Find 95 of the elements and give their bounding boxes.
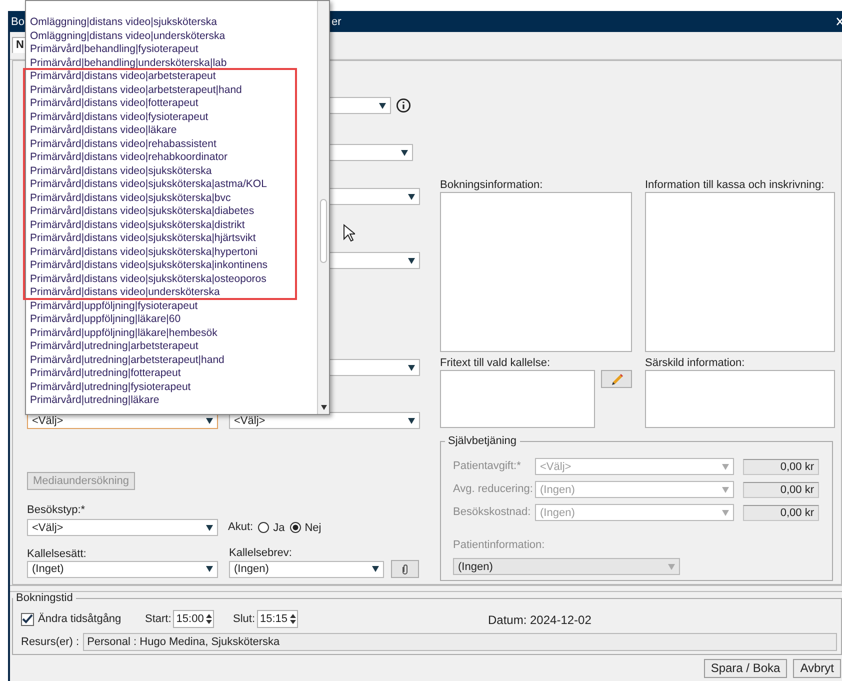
scrollbar[interactable] (317, 1, 329, 414)
field-label: Slut: (233, 612, 256, 626)
list-item[interactable]: Primärvård|distans video|fotterapeut (30, 98, 198, 110)
amount-field: 0,00 kr (743, 458, 819, 474)
caret-icon (722, 510, 729, 516)
pencil-icon (610, 372, 624, 386)
list-item[interactable]: Primärvård|distans video|rehabkoordinator (30, 152, 228, 164)
list-item[interactable]: Omläggning|distans video|sjuksköterska (30, 17, 217, 28)
caret-icon (401, 150, 408, 156)
dropdown[interactable]: <Välj> (229, 412, 420, 429)
list-item[interactable]: Primärvård|distans video|sjuksköterska|inkontinens (30, 260, 268, 272)
dropdown[interactable]: (Ingen) (229, 560, 384, 578)
list-item[interactable]: Primärvård|uppföljning|fysioterapeut (30, 300, 198, 312)
field-label: Information till kassa och inskrivning: (645, 179, 826, 192)
list-item[interactable]: Omläggning|distans video|undersköterska (30, 30, 226, 42)
field-label: Besökstyp:* (27, 504, 86, 517)
list-item[interactable]: Primärvård|utredning|arbetsterapeut (30, 341, 198, 352)
checkbox-label: Ändra tidsåtgång (38, 612, 122, 626)
text-area[interactable] (440, 192, 632, 352)
edit-button[interactable] (601, 370, 632, 388)
list-item[interactable]: Primärvård|uppföljning|läkare|60 (30, 314, 181, 326)
close-icon[interactable] (836, 17, 842, 26)
window-title: Bo (11, 16, 24, 28)
list-item[interactable]: Primärvård|distans video|sjuksköterska|hjärtsvikt (30, 233, 256, 244)
attach-button[interactable] (391, 560, 419, 578)
list-item[interactable]: Primärvård|distans video|arbetsterapeut|hand (30, 84, 242, 96)
group-title: Bokningstid (15, 592, 74, 604)
text-area[interactable] (645, 192, 835, 352)
list-item[interactable]: Primärvård|distans video|fysioterapeut (30, 112, 208, 123)
list-item[interactable]: Primärvård|distans video|sjuksköterska|astma/KOL (30, 179, 267, 190)
caret-icon (722, 486, 729, 492)
list-item[interactable]: Primärvård|distans video|sjuksköterska|hypertoni (30, 246, 258, 258)
list-item[interactable]: Primärvård|uppföljning|läkare|hembesök (30, 328, 218, 339)
scrollbar-thumb[interactable] (320, 199, 327, 263)
caret-icon (408, 418, 415, 424)
amount-field: 0,00 kr (743, 482, 819, 498)
field-label: Bokningsinformation: (440, 179, 544, 192)
caret-icon (408, 258, 415, 264)
caret-icon (379, 102, 386, 108)
list-item[interactable]: Primärvård|behandling|undersköterska|lab (30, 58, 227, 69)
list-item[interactable]: Primärvård|utredning|fotterapeut (30, 368, 181, 380)
list-item[interactable]: Primärvård|utredning|fysioterapeut (30, 382, 191, 393)
info-icon[interactable] (396, 98, 411, 113)
caret-icon (668, 564, 675, 570)
checkbox[interactable] (21, 612, 34, 626)
group-title: Självbetjäning (447, 435, 518, 447)
radio-option[interactable]: Nej (290, 522, 322, 534)
field-label: Besökskostnad: (453, 506, 532, 519)
list-item[interactable]: Primärvård|distans video|arbetsterapeut (30, 71, 216, 82)
field-label: Start: (145, 612, 172, 626)
field-label: Patientinformation: (453, 539, 546, 552)
mouse-pointer-icon (343, 224, 355, 242)
spinner-arrows-icon (206, 614, 212, 624)
caret-icon (408, 364, 415, 370)
caret-icon (206, 418, 213, 424)
text-area[interactable] (645, 370, 835, 428)
list-item[interactable]: Primärvård|distans video|sjuksköterska (30, 166, 212, 177)
radio-option[interactable]: Ja (258, 522, 285, 534)
list-item[interactable]: Primärvård|distans video|sjuksköterska|osteoporos (30, 274, 266, 285)
field-label: Fritext till vald kallelse: (440, 357, 552, 370)
caret-icon (206, 566, 213, 572)
field-label: Kallelsesätt: (27, 548, 88, 560)
scroll-down-icon[interactable] (320, 405, 326, 410)
caret-icon (722, 464, 729, 470)
field-label: Kallelsebrev: (229, 547, 293, 560)
field-label: Särskild information: (645, 357, 746, 370)
caret-icon (372, 566, 379, 572)
time-spinner[interactable]: 15:00 (173, 610, 214, 628)
amount-field: 0,00 kr (743, 504, 819, 520)
time-spinner[interactable]: 15:15 (257, 610, 298, 628)
window-title: er (331, 16, 342, 28)
dropdown[interactable]: (Inget) (27, 560, 218, 578)
list-item[interactable]: Primärvård|distans video|undersköterska (30, 287, 220, 298)
save-button[interactable]: Spara / Boka (704, 658, 788, 678)
list-item[interactable]: Primärvård|distans video|sjuksköterska|diabetes (30, 206, 254, 218)
list-item[interactable]: Primärvård|utredning|läkare (30, 395, 160, 406)
list-item[interactable]: Primärvård|distans video|läkare (30, 125, 177, 136)
field-label: Patientavgift:* (453, 460, 522, 473)
list-item[interactable]: Primärvård|behandling|fysioterapeut (30, 44, 198, 56)
list-item[interactable]: Primärvård|distans video|rehabassistent (30, 138, 216, 150)
cancel-button[interactable]: Avbryt (793, 658, 841, 678)
list-item[interactable]: Primärvård|distans video|sjuksköterska|distrikt (30, 220, 245, 231)
field-label: Avg. reducering: (453, 483, 534, 496)
caret-icon (206, 524, 213, 530)
text-area[interactable] (440, 370, 595, 428)
spinner-arrows-icon (290, 614, 296, 624)
dropdown[interactable]: <Välj> (27, 519, 218, 536)
list-item[interactable]: Primärvård|utredning|arbetsterapeut|hand (30, 354, 224, 366)
field-label: Resurs(er) : (21, 636, 80, 648)
field-label: Akut: (228, 521, 254, 534)
list-item[interactable]: Primärvård|distans video|sjuksköterska|bvc (30, 192, 231, 204)
paperclip-icon (402, 564, 408, 574)
resource-field: Personal : Hugo Medina, Sjuksköterska (83, 633, 837, 651)
date-text: Datum: 2024-12-02 (488, 612, 592, 626)
caret-icon (408, 194, 415, 200)
